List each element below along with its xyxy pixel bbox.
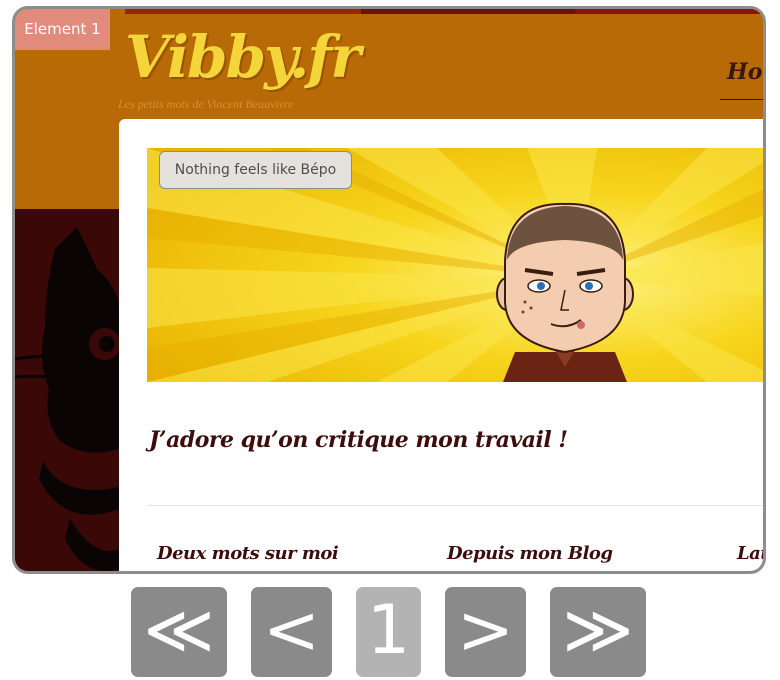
banner-tooltip: Nothing feels like Bépo (159, 151, 352, 189)
sidebar-background (15, 209, 119, 571)
site-tagline: Les petits mots de Vincent Beauvivre (118, 97, 294, 111)
footer-heading-about: Deux mots sur moi (157, 543, 339, 564)
footer-heading-blog: Depuis mon Blog (447, 543, 613, 564)
element-label: Element 1 (15, 9, 110, 50)
nav-underline (720, 99, 763, 100)
github-cat-icon (15, 227, 119, 571)
nav-home-link[interactable]: Hon (727, 59, 763, 85)
main-content-card: Nothing feels like Bépo J’adore qu’on cr… (119, 119, 766, 571)
first-page-button[interactable]: ≪ (131, 587, 227, 677)
current-page-indicator: 1 (356, 587, 421, 677)
prev-page-button[interactable]: < (251, 587, 332, 677)
top-color-stripe (125, 9, 763, 14)
footer-heading-latest: Lat (737, 543, 766, 564)
last-page-button[interactable]: ≫ (550, 587, 646, 677)
section-divider (147, 505, 763, 506)
screenshot-frame: Element 1 Vibby.fr Les petits mots de Vi… (12, 6, 766, 574)
site-logo[interactable]: Vibby.fr (125, 23, 361, 91)
avatar-illustration (496, 202, 634, 382)
next-page-button[interactable]: > (445, 587, 526, 677)
post-title[interactable]: J’adore qu’on critique mon travail ! (149, 427, 568, 453)
